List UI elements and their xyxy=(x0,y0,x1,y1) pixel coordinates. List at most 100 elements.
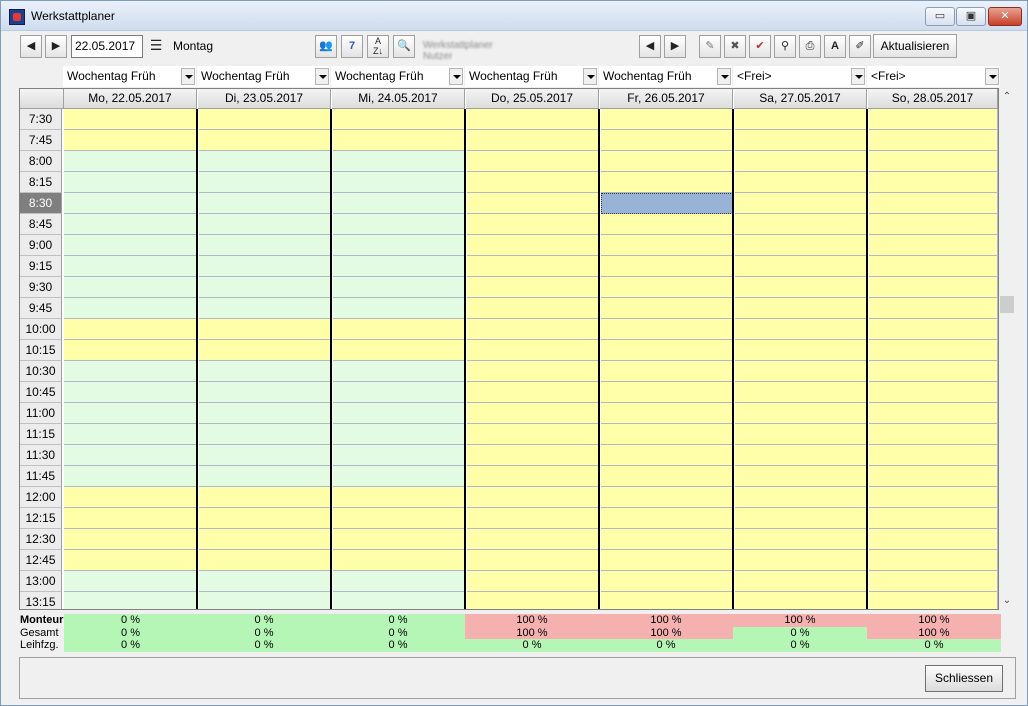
time-slot[interactable] xyxy=(199,571,331,592)
time-slot[interactable] xyxy=(735,340,867,361)
time-slot[interactable] xyxy=(64,361,197,382)
time-slot[interactable] xyxy=(199,151,331,172)
time-slot[interactable] xyxy=(601,172,733,193)
time-slot[interactable] xyxy=(735,298,867,319)
time-slot[interactable] xyxy=(64,277,197,298)
time-slot[interactable] xyxy=(199,445,331,466)
time-slot[interactable] xyxy=(601,361,733,382)
time-slot[interactable] xyxy=(735,466,867,487)
time-slot[interactable] xyxy=(869,172,998,193)
time-slot[interactable] xyxy=(735,571,867,592)
time-slot[interactable] xyxy=(333,508,465,529)
time-slot[interactable] xyxy=(199,592,331,609)
binoculars-icon[interactable]: ⚲ xyxy=(774,35,796,58)
time-slot[interactable] xyxy=(601,592,733,609)
time-slot[interactable] xyxy=(735,235,867,256)
time-slot[interactable] xyxy=(64,256,197,277)
time-slot[interactable] xyxy=(869,529,998,550)
chevron-down-icon[interactable] xyxy=(315,68,329,85)
time-slot[interactable] xyxy=(869,382,998,403)
font-icon[interactable]: A xyxy=(824,35,846,58)
time-slot[interactable] xyxy=(601,466,733,487)
time-slot[interactable] xyxy=(333,193,465,214)
time-slot[interactable] xyxy=(64,592,197,609)
time-slot[interactable] xyxy=(199,424,331,445)
time-slot[interactable] xyxy=(64,487,197,508)
chevron-down-icon[interactable] xyxy=(717,68,731,85)
time-slot[interactable] xyxy=(467,193,599,214)
time-slot[interactable] xyxy=(333,403,465,424)
time-slot[interactable] xyxy=(869,109,998,130)
time-slot[interactable] xyxy=(869,571,998,592)
time-slot[interactable] xyxy=(869,298,998,319)
prev-date-button[interactable]: ◀ xyxy=(20,35,42,58)
print-icon[interactable]: ⎙ xyxy=(799,35,821,58)
time-slot[interactable] xyxy=(64,235,197,256)
time-slot[interactable] xyxy=(735,445,867,466)
time-slot[interactable] xyxy=(467,361,599,382)
time-slot[interactable] xyxy=(601,508,733,529)
chevron-down-icon[interactable] xyxy=(449,68,463,85)
time-slot[interactable] xyxy=(869,340,998,361)
time-slot[interactable] xyxy=(869,277,998,298)
time-slot[interactable] xyxy=(333,151,465,172)
time-slot[interactable] xyxy=(735,256,867,277)
time-slot[interactable] xyxy=(467,130,599,151)
time-slot[interactable] xyxy=(735,424,867,445)
checklist-icon[interactable]: ✔ xyxy=(749,35,771,58)
time-slot[interactable] xyxy=(735,487,867,508)
maximize-button[interactable]: ▣ xyxy=(956,7,986,26)
time-slot[interactable] xyxy=(199,529,331,550)
time-slot[interactable] xyxy=(333,466,465,487)
time-slot[interactable] xyxy=(64,508,197,529)
time-slot[interactable] xyxy=(333,424,465,445)
time-slot[interactable] xyxy=(199,172,331,193)
shift-select-4[interactable]: Wochentag Früh xyxy=(599,66,732,87)
time-slot[interactable] xyxy=(467,403,599,424)
time-slot[interactable] xyxy=(467,109,599,130)
time-slot[interactable] xyxy=(735,277,867,298)
time-slot[interactable] xyxy=(601,256,733,277)
time-slot[interactable] xyxy=(64,298,197,319)
prev-week-button[interactable]: ◀ xyxy=(639,35,661,58)
time-slot[interactable] xyxy=(333,571,465,592)
time-slot[interactable] xyxy=(199,277,331,298)
time-slot[interactable] xyxy=(199,340,331,361)
time-slot[interactable] xyxy=(64,529,197,550)
time-slot[interactable] xyxy=(601,403,733,424)
time-slot[interactable] xyxy=(64,109,197,130)
time-slot[interactable] xyxy=(64,340,197,361)
users-icon[interactable]: 👥 xyxy=(315,35,337,58)
time-slot[interactable] xyxy=(735,361,867,382)
time-slot[interactable] xyxy=(735,130,867,151)
time-slot[interactable] xyxy=(64,424,197,445)
time-slot[interactable] xyxy=(869,487,998,508)
time-slot[interactable] xyxy=(64,151,197,172)
time-slot[interactable] xyxy=(869,466,998,487)
time-slot[interactable] xyxy=(199,466,331,487)
time-slot[interactable] xyxy=(869,319,998,340)
time-slot[interactable] xyxy=(333,298,465,319)
time-slot[interactable] xyxy=(199,256,331,277)
time-slot[interactable] xyxy=(467,277,599,298)
time-slot[interactable] xyxy=(333,340,465,361)
time-slot[interactable] xyxy=(64,130,197,151)
sort-az-icon[interactable]: A Z↓ xyxy=(367,35,389,58)
time-slot[interactable] xyxy=(869,361,998,382)
time-slot[interactable] xyxy=(333,529,465,550)
time-slot[interactable] xyxy=(601,235,733,256)
calendar-picker-icon[interactable]: ☰ xyxy=(146,35,166,58)
time-slot[interactable] xyxy=(467,508,599,529)
time-slot[interactable] xyxy=(333,256,465,277)
time-slot[interactable] xyxy=(601,340,733,361)
time-slot[interactable] xyxy=(735,151,867,172)
time-slot[interactable] xyxy=(601,382,733,403)
time-slot[interactable] xyxy=(601,214,733,235)
time-slot[interactable] xyxy=(199,550,331,571)
shift-select-3[interactable]: Wochentag Früh xyxy=(465,66,598,87)
time-slot[interactable] xyxy=(735,529,867,550)
time-slot[interactable] xyxy=(199,193,331,214)
time-slot[interactable] xyxy=(467,298,599,319)
shift-select-2[interactable]: Wochentag Früh xyxy=(331,66,464,87)
time-slot[interactable] xyxy=(601,550,733,571)
